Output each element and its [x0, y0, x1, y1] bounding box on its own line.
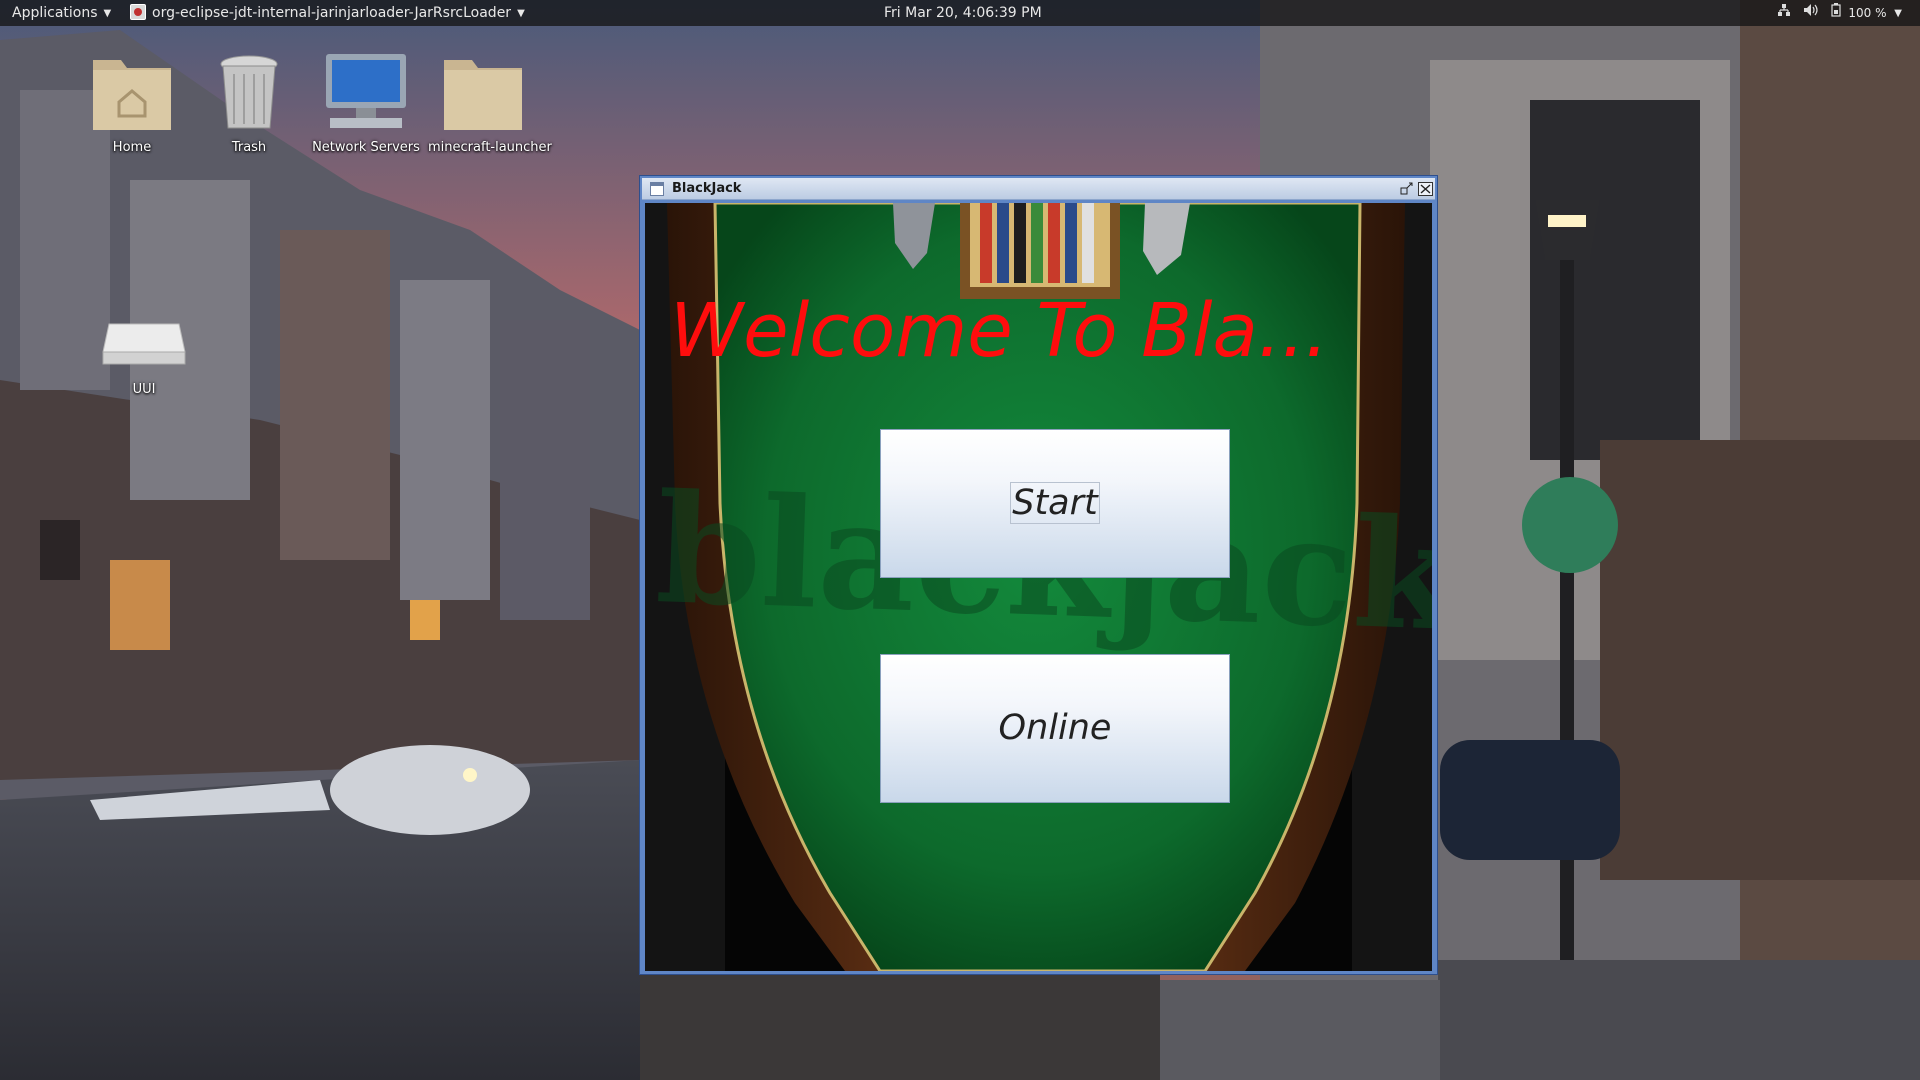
start-button[interactable]: Start [880, 429, 1230, 578]
java-app-icon [130, 4, 146, 20]
top-panel: Applications ▼ org-eclipse-jdt-internal-j… [0, 0, 1920, 26]
online-button[interactable]: Online [880, 654, 1230, 803]
active-task-label: org-eclipse-jdt-internal-jarinjarloader-… [152, 5, 512, 21]
drive-icon [102, 323, 186, 365]
close-button[interactable] [1418, 182, 1433, 196]
desktop-icon-label: minecraft-launcher [428, 140, 552, 155]
window-title: BlackJack [672, 181, 742, 196]
chevron-down-icon[interactable]: ▼ [1894, 1, 1902, 27]
desktop-icon-label: Trash [231, 140, 267, 155]
blackjack-window[interactable]: BlackJack Welcome To Bla... Start Online [639, 175, 1438, 975]
window-icon[interactable] [650, 182, 664, 196]
blackjack-content: blackjack Welcome To Bla... Start Online [645, 203, 1432, 971]
applications-label: Applications [12, 5, 98, 21]
chevron-down-icon: ▼ [517, 8, 525, 19]
volume-icon[interactable] [1803, 0, 1819, 26]
desktop-icon-label: Home [112, 140, 152, 155]
battery-percentage: 100 % [1848, 6, 1887, 20]
desktop-icon-network-servers[interactable]: Network Servers [311, 50, 421, 155]
chevron-down-icon: ▼ [103, 8, 112, 19]
folder-icon [444, 60, 522, 130]
desktop-icon-uui[interactable]: UUI [89, 318, 199, 397]
online-button-label: Online [998, 708, 1112, 748]
applications-menu[interactable]: Applications ▼ [12, 0, 111, 26]
start-button-label: Start [1010, 482, 1100, 524]
desktop-icon-label: Network Servers [312, 140, 420, 155]
desktop-icon-label: UUI [132, 382, 156, 397]
restore-icon [1400, 182, 1412, 195]
desktop-icon-minecraft-launcher[interactable]: minecraft-launcher [428, 50, 552, 155]
system-tray[interactable]: 100 % ▼ [1769, 0, 1902, 26]
battery-icon[interactable] [1830, 0, 1841, 26]
close-icon [1420, 184, 1431, 194]
restore-button[interactable] [1399, 182, 1414, 196]
clock[interactable]: Fri Mar 20, 4:06:39 PM [884, 0, 1042, 26]
desktop-icon-trash[interactable]: Trash [194, 50, 304, 155]
desktop-icon-home[interactable]: Home [77, 50, 187, 155]
network-icon[interactable] [1777, 0, 1791, 26]
network-servers-icon [326, 54, 406, 128]
trash-icon [220, 55, 278, 129]
window-titlebar[interactable]: BlackJack [642, 178, 1435, 200]
welcome-heading: Welcome To Bla... [670, 288, 1329, 374]
active-task-menu[interactable]: org-eclipse-jdt-internal-jarinjarloader-… [130, 0, 525, 26]
home-folder-icon [93, 60, 171, 130]
